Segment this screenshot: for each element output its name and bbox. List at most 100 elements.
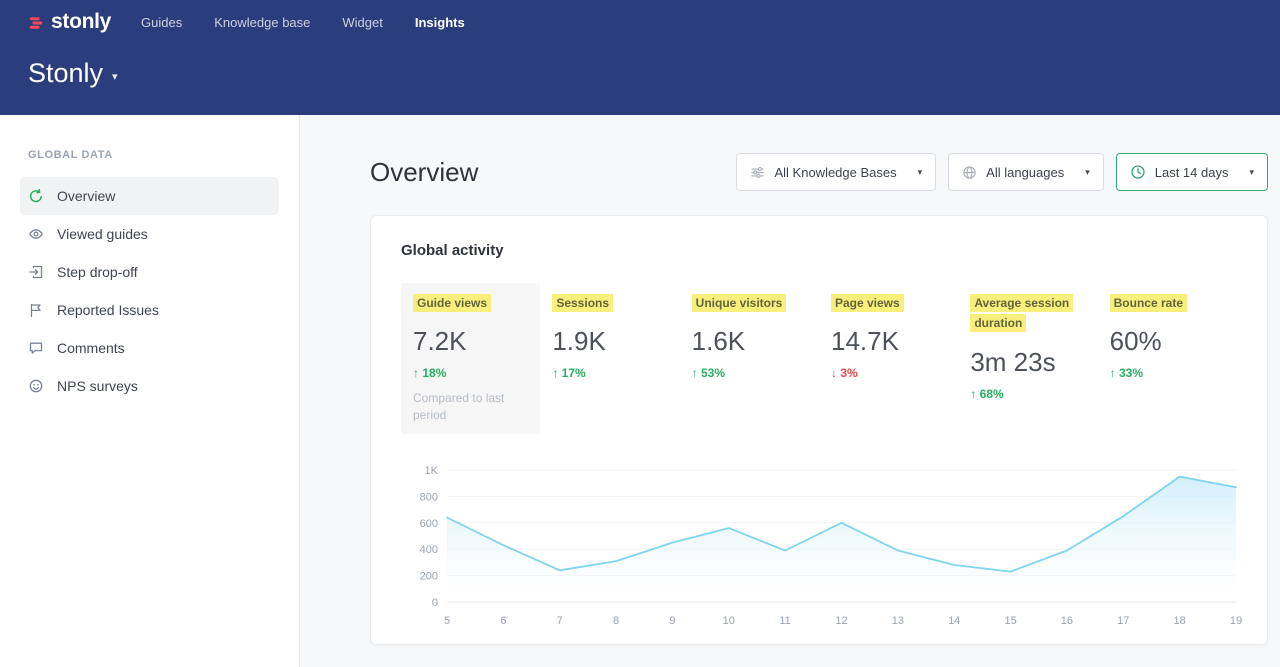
date-range-filter[interactable]: Last 14 days ▾ [1116,153,1268,191]
nav-item-insights[interactable]: Insights [415,15,465,30]
compared-note: Compared to last period [413,390,518,424]
metric-label: Average session duration [970,294,1073,332]
logo-text: stonly [51,10,111,34]
sidebar-item-label: Comments [57,340,125,356]
flag-icon [28,302,44,318]
workspace-selector[interactable]: Stonly ▾ [28,58,1252,89]
top-nav-items: Guides Knowledge base Widget Insights [141,15,465,30]
activity-chart: 02004006008001K5678910111213141516171819 [401,460,1237,637]
svg-text:600: 600 [420,518,438,530]
sidebar: GLOBAL DATA Overview Viewed guides Step … [0,115,300,667]
filters: All Knowledge Bases ▾ All languages ▾ La… [736,153,1268,191]
top-header: stonly Guides Knowledge base Widget Insi… [0,0,1280,115]
sidebar-item-nps-surveys[interactable]: NPS surveys [20,367,279,405]
languages-filter[interactable]: All languages ▾ [948,153,1104,191]
arrow-up-icon: ↑ [692,366,698,380]
svg-text:11: 11 [779,615,790,627]
svg-text:15: 15 [1004,615,1016,627]
svg-text:200: 200 [420,571,438,583]
svg-text:9: 9 [669,615,675,627]
workspace-title: Stonly [28,58,103,89]
top-nav: stonly Guides Knowledge base Widget Insi… [28,0,1252,34]
page-title: Overview [370,157,478,188]
nav-item-knowledge-base[interactable]: Knowledge base [214,15,310,30]
languages-filter-label: All languages [986,165,1064,180]
chevron-down-icon: ▾ [1085,167,1090,178]
arrow-up-icon: ↑ [970,387,976,401]
sidebar-item-label: Reported Issues [57,302,159,318]
metric-label: Page views [831,294,904,312]
svg-text:10: 10 [723,615,735,627]
metric-sessions[interactable]: Sessions 1.9K ↑ 17% [540,283,679,434]
sidebar-item-label: Step drop-off [57,264,138,280]
metric-label: Sessions [552,294,613,312]
nav-item-guides[interactable]: Guides [141,15,182,30]
main-content: Overview All Knowledge Bases ▾ All langu… [300,115,1280,667]
svg-text:7: 7 [557,615,563,627]
svg-text:6: 6 [500,615,506,627]
date-range-filter-label: Last 14 days [1155,165,1229,180]
sidebar-item-label: NPS surveys [57,378,138,394]
globe-icon [962,165,977,180]
svg-text:19: 19 [1230,615,1242,627]
chevron-down-icon: ▾ [1249,167,1254,178]
eye-icon [28,226,44,242]
global-activity-card: Global activity Guide views 7.2K ↑ 18% C… [370,215,1268,645]
arrow-up-icon: ↑ [413,366,419,380]
metric-change: ↑ 53% [692,366,807,380]
svg-text:18: 18 [1173,615,1185,627]
metric-average-session-duration[interactable]: Average session duration 3m 23s ↑ 68% [958,283,1097,434]
metric-value: 1.6K [692,326,807,357]
arrow-down-icon: ↓ [831,366,837,380]
svg-text:400: 400 [420,544,438,556]
sidebar-item-step-drop-off[interactable]: Step drop-off [20,253,279,291]
metrics-row: Guide views 7.2K ↑ 18% Compared to last … [401,283,1237,434]
stonly-logo[interactable]: stonly [28,10,111,34]
arrow-up-icon: ↑ [552,366,558,380]
svg-text:1K: 1K [425,465,439,477]
sidebar-item-reported-issues[interactable]: Reported Issues [20,291,279,329]
svg-text:17: 17 [1117,615,1129,627]
svg-text:5: 5 [444,615,450,627]
sliders-icon [750,165,765,180]
sidebar-section-label: GLOBAL DATA [0,149,299,161]
comment-icon [28,340,44,356]
svg-text:0: 0 [432,597,438,609]
svg-text:12: 12 [835,615,847,627]
metric-value: 14.7K [831,326,946,357]
svg-text:14: 14 [948,615,960,627]
clock-icon [1130,164,1146,180]
workspace-caret-icon: ▾ [112,70,118,83]
metric-value: 60% [1110,326,1225,357]
knowledge-bases-filter-label: All Knowledge Bases [774,165,896,180]
activity-chart-svg: 02004006008001K5678910111213141516171819 [401,460,1246,632]
metric-label: Guide views [413,294,491,312]
card-title: Global activity [401,242,1237,259]
knowledge-bases-filter[interactable]: All Knowledge Bases ▾ [736,153,936,191]
metric-value: 7.2K [413,326,528,357]
stonly-logo-icon [28,14,44,30]
metric-value: 3m 23s [970,347,1085,378]
metric-change: ↓ 3% [831,366,946,380]
metric-page-views[interactable]: Page views 14.7K ↓ 3% [819,283,958,434]
metric-guide-views[interactable]: Guide views 7.2K ↑ 18% Compared to last … [401,283,540,434]
svg-text:800: 800 [420,491,438,503]
sidebar-item-overview[interactable]: Overview [20,177,279,215]
overview-icon [28,188,44,204]
metric-change: ↑ 33% [1110,366,1225,380]
metric-change: ↑ 17% [552,366,667,380]
sidebar-item-viewed-guides[interactable]: Viewed guides [20,215,279,253]
metric-unique-visitors[interactable]: Unique visitors 1.6K ↑ 53% [680,283,819,434]
sidebar-item-comments[interactable]: Comments [20,329,279,367]
main-header: Overview All Knowledge Bases ▾ All langu… [370,153,1268,191]
metric-change: ↑ 68% [970,387,1085,401]
svg-text:8: 8 [613,615,619,627]
metric-bounce-rate[interactable]: Bounce rate 60% ↑ 33% [1098,283,1237,434]
metric-value: 1.9K [552,326,667,357]
svg-text:13: 13 [892,615,904,627]
nav-item-widget[interactable]: Widget [342,15,382,30]
chevron-down-icon: ▾ [918,167,923,178]
metric-label: Bounce rate [1110,294,1187,312]
smiley-icon [28,378,44,394]
metric-change: ↑ 18% [413,366,528,380]
